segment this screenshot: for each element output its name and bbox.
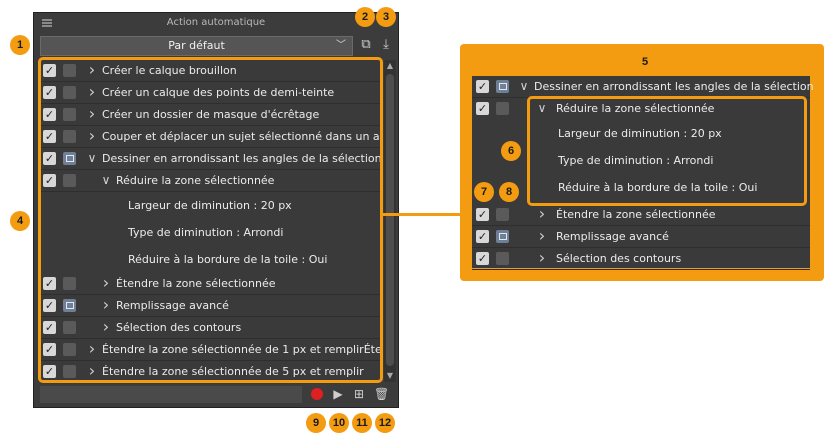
badge-6: 6	[501, 141, 521, 161]
chevron-right-icon[interactable]: ›	[536, 250, 548, 266]
dropdown-value: Par défaut	[168, 39, 225, 52]
dialog-toggle[interactable]	[496, 80, 509, 93]
zoom-action-row[interactable]: ✓ › Étendre la zone sélectionnée	[472, 204, 810, 226]
scroll-up-icon[interactable]: ▲	[384, 60, 396, 72]
scroll-down-icon[interactable]: ▼	[384, 370, 396, 382]
panel-title: Action automatique	[166, 17, 266, 28]
enable-checkbox[interactable]: ✓	[476, 80, 489, 93]
badge-10: 10	[329, 413, 349, 433]
record-button[interactable]	[311, 388, 323, 400]
zoom-action-row[interactable]: ✓ › Remplissage avancé	[472, 226, 810, 248]
dialog-toggle[interactable]	[496, 252, 509, 265]
chevron-right-icon[interactable]: ›	[536, 228, 548, 244]
zoom-action-row[interactable]: ✓ › Sélection des contours	[472, 248, 810, 270]
play-button[interactable]: ▶	[331, 387, 345, 401]
scroll-thumb[interactable]	[386, 74, 394, 366]
badge-1: 1	[10, 35, 30, 55]
badge-8: 8	[499, 182, 519, 202]
list-highlight	[38, 57, 383, 383]
enable-checkbox[interactable]: ✓	[476, 252, 489, 265]
action-label: Remplissage avancé	[556, 230, 669, 243]
badge-12: 12	[375, 413, 395, 433]
bottom-toolbar: ▶ ⊞ 🗑	[34, 383, 398, 407]
chevron-down-icon[interactable]: ∨	[518, 79, 530, 93]
badge-5: 5	[635, 52, 655, 72]
zoom-sub-highlight	[527, 96, 807, 206]
scrollbar[interactable]: ▲ ▼	[384, 60, 396, 382]
status-field	[40, 386, 302, 403]
badge-7: 7	[474, 182, 494, 202]
panel-titlebar: Action automatique	[34, 13, 398, 35]
action-label: Étendre la zone sélectionnée	[556, 208, 716, 221]
chevron-right-icon[interactable]: ›	[536, 206, 548, 222]
enable-checkbox[interactable]: ✓	[476, 208, 489, 221]
action-set-dropdown[interactable]: Par défaut ﹀	[40, 36, 353, 56]
dialog-toggle[interactable]	[496, 230, 509, 243]
badge-2: 2	[355, 7, 375, 27]
chevron-down-icon: ﹀	[336, 40, 346, 51]
zoom-callout: ✓ ∨ Dessiner en arrondissant les angles de…	[460, 44, 824, 281]
connector-line	[383, 213, 460, 216]
import-icon[interactable]: ⤓	[378, 37, 394, 53]
badge-4: 4	[10, 211, 30, 231]
badge-9: 9	[306, 413, 326, 433]
delete-button[interactable]: 🗑	[374, 387, 389, 401]
zoom-header-row[interactable]: ✓ ∨ Dessiner en arrondissant les angles de…	[472, 76, 814, 98]
add-action-button[interactable]: ⊞	[352, 387, 366, 401]
dialog-toggle[interactable]	[496, 208, 509, 221]
action-label: Dessiner en arrondissant les angles de l…	[534, 80, 814, 93]
enable-checkbox[interactable]: ✓	[476, 102, 489, 115]
badge-11: 11	[352, 413, 372, 433]
dialog-toggle[interactable]	[496, 102, 509, 115]
enable-checkbox[interactable]: ✓	[476, 230, 489, 243]
action-label: Sélection des contours	[556, 252, 682, 265]
copy-set-icon[interactable]: ⧉	[358, 37, 374, 53]
badge-3: 3	[376, 7, 396, 27]
